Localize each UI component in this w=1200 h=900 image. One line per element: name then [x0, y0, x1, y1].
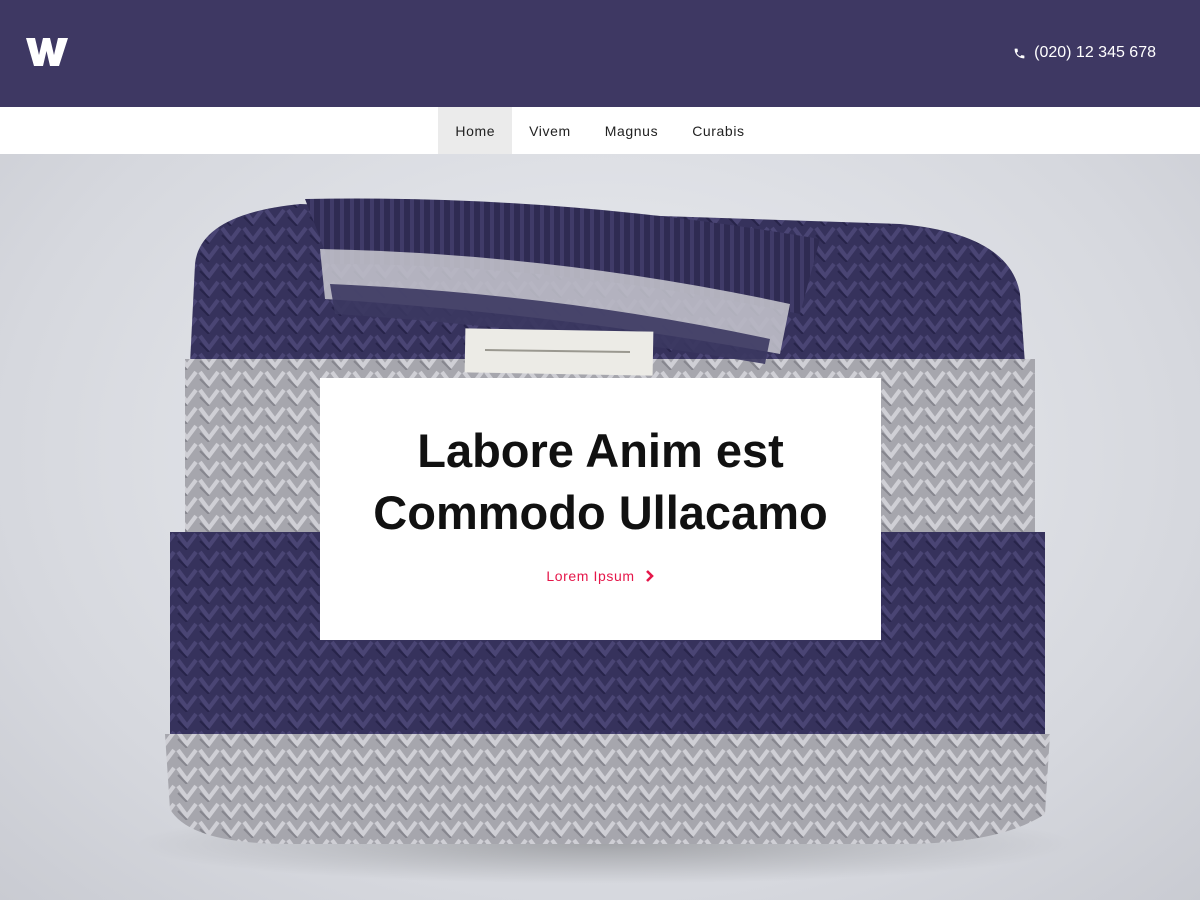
- hero-title-line-1: Labore Anim est: [417, 424, 784, 477]
- chevron-right-icon: [645, 570, 654, 582]
- hero-title-line-2: Commodo Ullacamo: [373, 486, 828, 539]
- hero-card: Labore Anim est Commodo Ullacamo Lorem I…: [320, 378, 881, 640]
- nav-item-curabis[interactable]: Curabis: [675, 107, 761, 154]
- phone-number: (020) 12 345 678: [1034, 44, 1156, 61]
- nav-item-home[interactable]: Home: [438, 107, 513, 154]
- hero-cta-label: Lorem Ipsum: [546, 568, 635, 584]
- phone-icon: [1014, 48, 1025, 58]
- hero-title: Labore Anim est Commodo Ullacamo: [320, 420, 881, 544]
- w-logo-icon[interactable]: [26, 38, 68, 66]
- hero-banner: Labore Anim est Commodo Ullacamo Lorem I…: [0, 154, 1200, 900]
- nav-item-magnus[interactable]: Magnus: [588, 107, 675, 154]
- main-navigation: Home Vivem Magnus Curabis: [0, 107, 1200, 154]
- nav-item-vivem[interactable]: Vivem: [512, 107, 588, 154]
- phone-contact[interactable]: (020) 12 345 678: [1013, 43, 1156, 63]
- site-header: (020) 12 345 678: [0, 0, 1200, 107]
- hero-cta-link[interactable]: Lorem Ipsum: [320, 568, 881, 584]
